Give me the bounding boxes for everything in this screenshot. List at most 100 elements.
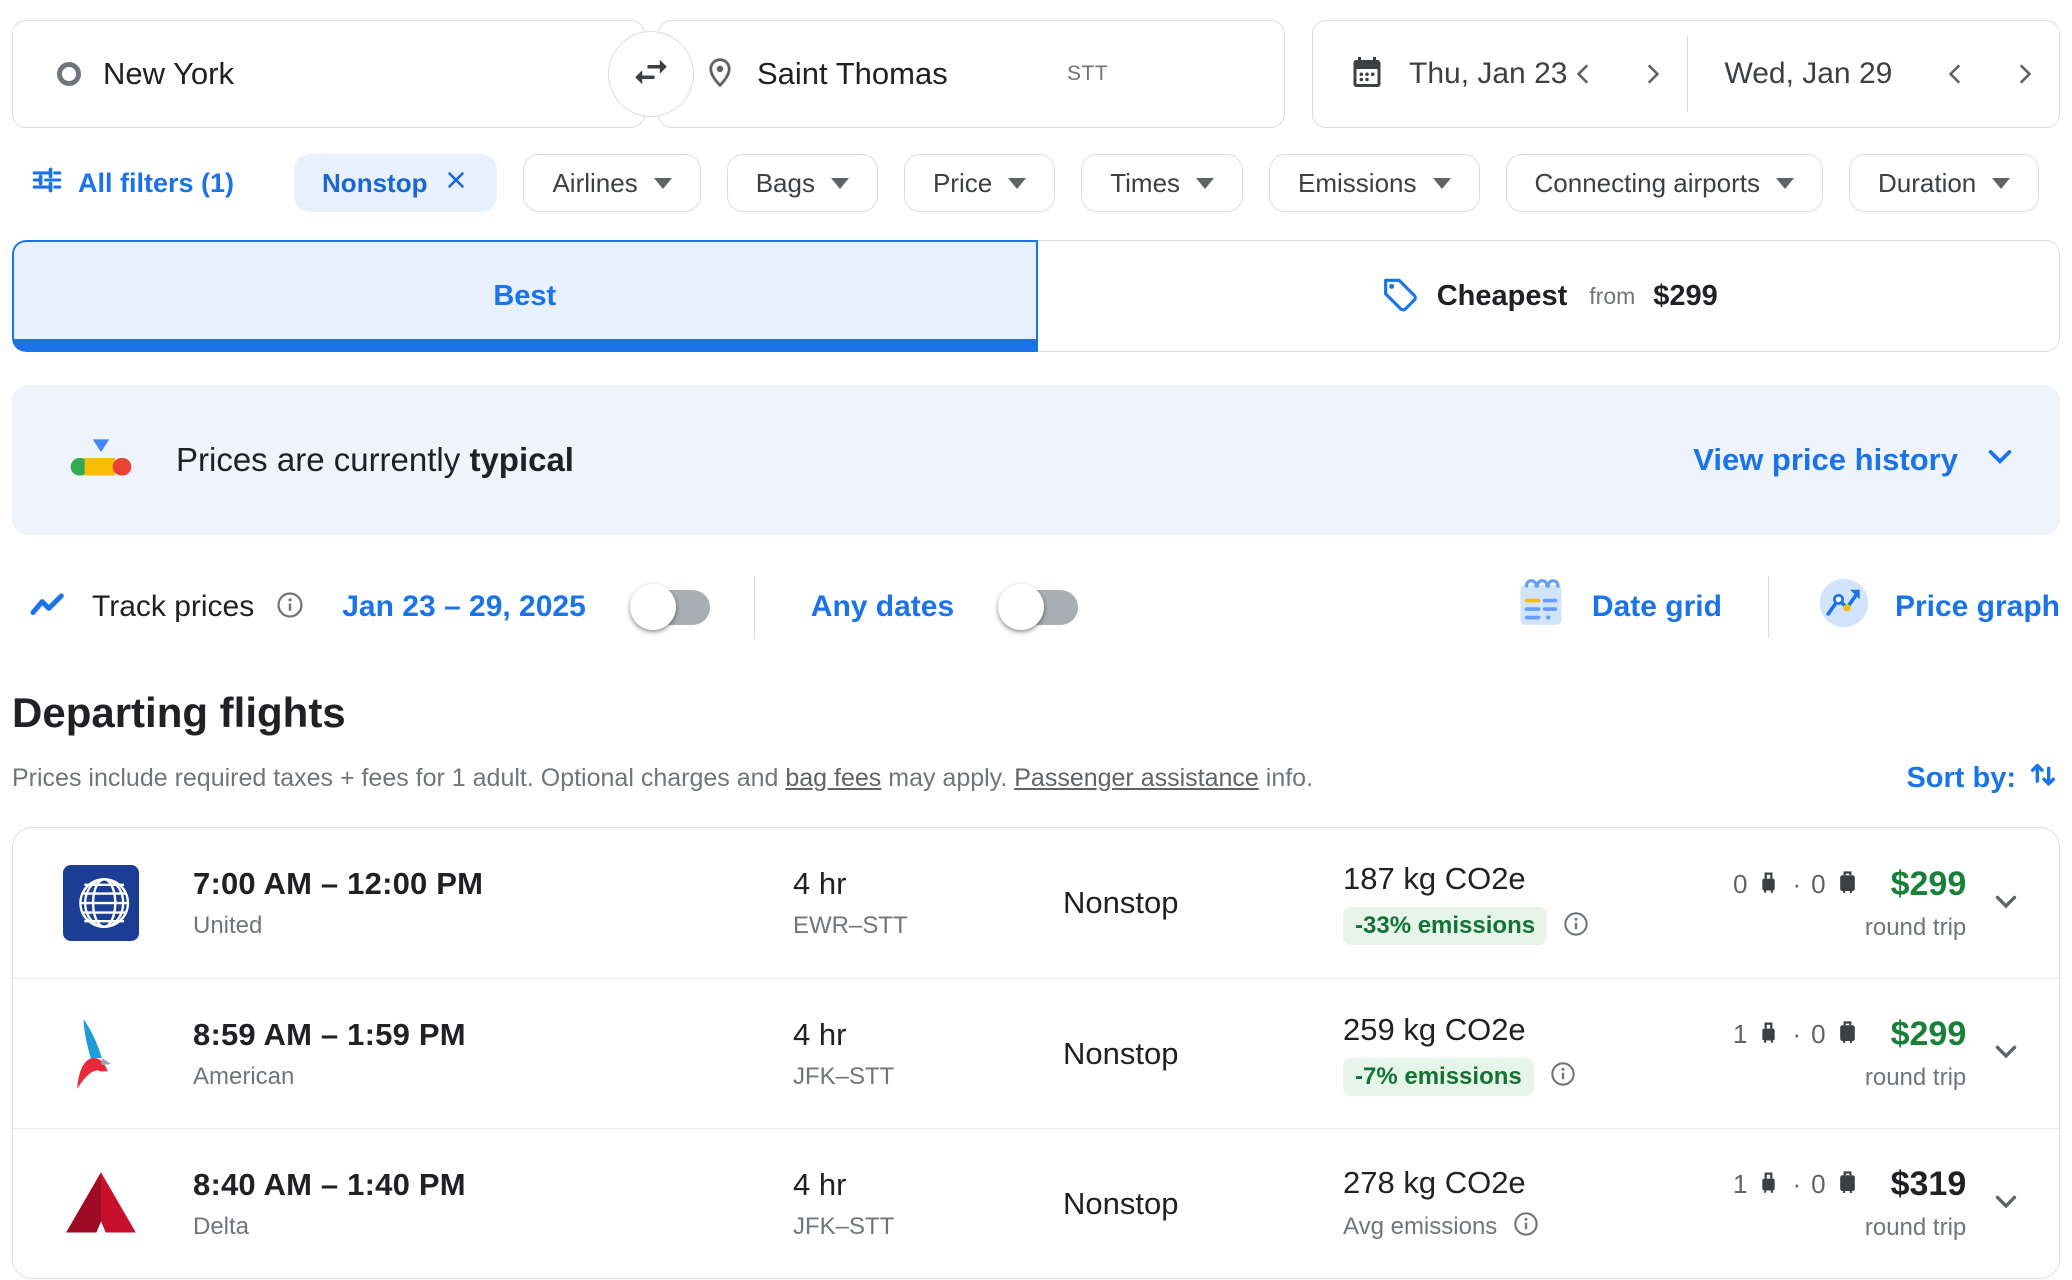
- close-icon[interactable]: [443, 167, 469, 200]
- chip-connecting-airports[interactable]: Connecting airports: [1506, 154, 1823, 212]
- track-prices-group: Track prices Jan 23 – 29, 2025: [12, 583, 712, 631]
- tab-best-label: Best: [493, 280, 556, 313]
- flight-row-delta[interactable]: 8:40 AM – 1:40 PM Delta 4 hr JFK–STT Non…: [13, 1128, 2059, 1278]
- flight-co2: 259 kg CO2e: [1343, 1012, 1733, 1048]
- price-insights-message: Prices are currently typical: [176, 441, 574, 479]
- departing-flights-list: 7:00 AM – 12:00 PM United 4 hr EWR–STT N…: [12, 827, 2060, 1279]
- return-date-section[interactable]: Wed, Jan 29: [1688, 21, 2059, 127]
- track-date-range: Jan 23 – 29, 2025: [342, 590, 586, 624]
- departure-date-next-button[interactable]: [1635, 57, 1669, 91]
- departure-date-prev-button[interactable]: [1567, 57, 1601, 91]
- chip-times-label: Times: [1110, 168, 1180, 199]
- flight-duration-route: 4 hr JFK–STT: [793, 1017, 1063, 1091]
- chip-emissions[interactable]: Emissions: [1269, 154, 1479, 212]
- calendar-icon: [1349, 54, 1385, 95]
- emissions-badge: -7% emissions: [1343, 1058, 1534, 1096]
- view-price-history-button[interactable]: View price history: [1693, 440, 2016, 480]
- checked-bag-count: 0: [1811, 869, 1825, 900]
- chevron-down-icon: [1992, 178, 2010, 189]
- flight-duration: 4 hr: [793, 1167, 1063, 1203]
- any-dates-toggle[interactable]: [998, 583, 1080, 631]
- swap-locations-button[interactable]: [608, 31, 694, 117]
- chip-nonstop[interactable]: Nonstop: [294, 154, 497, 212]
- price-insights-banner: Prices are currently typical View price …: [12, 385, 2060, 535]
- destination-input[interactable]: [757, 56, 1057, 92]
- price-level-indicator-icon: [68, 430, 134, 491]
- chip-duration-label: Duration: [1878, 168, 1976, 199]
- flight-row-american[interactable]: 8:59 AM – 1:59 PM American 4 hr JFK–STT …: [13, 978, 2059, 1128]
- flight-airline: American: [193, 1063, 793, 1091]
- flight-stops: Nonstop: [1063, 885, 1343, 921]
- return-date-next-button[interactable]: [2007, 57, 2041, 91]
- flight-times-airline: 7:00 AM – 12:00 PM United: [193, 866, 793, 940]
- search-row: STT Thu, Jan 23 Wed, Jan 29: [0, 0, 2072, 128]
- expand-flight-button[interactable]: [1989, 884, 2023, 923]
- results-tabstrip: Best Cheapest from $299: [12, 240, 2060, 352]
- destination-airport-code: STT: [1067, 62, 1108, 86]
- tab-cheapest[interactable]: Cheapest from $299: [1038, 240, 2061, 352]
- return-date-prev-button[interactable]: [1939, 57, 1973, 91]
- flight-route: JFK–STT: [793, 1213, 1063, 1241]
- chip-times[interactable]: Times: [1081, 154, 1243, 212]
- flight-row-united[interactable]: 7:00 AM – 12:00 PM United 4 hr EWR–STT N…: [13, 828, 2059, 978]
- emissions-badge: -33% emissions: [1343, 907, 1547, 945]
- origin-circle-icon: [57, 62, 81, 86]
- destination-field[interactable]: STT: [658, 20, 1285, 128]
- flight-times-airline: 8:59 AM – 1:59 PM American: [193, 1017, 793, 1091]
- tab-best[interactable]: Best: [12, 240, 1038, 352]
- bag-fees-link[interactable]: bag fees: [785, 764, 881, 792]
- departure-date[interactable]: Thu, Jan 23: [1409, 57, 1567, 91]
- sort-by-button[interactable]: Sort by:: [1906, 757, 2060, 799]
- checked-bag-icon: [1834, 1167, 1861, 1202]
- flight-stops: Nonstop: [1063, 1036, 1343, 1072]
- origin-input[interactable]: [103, 56, 614, 92]
- tab-cheapest-price: $299: [1653, 280, 1718, 313]
- flight-price-cell: 1 · 0 $319 round trip: [1733, 1165, 1966, 1242]
- info-icon[interactable]: [1550, 1061, 1576, 1092]
- flight-price: $299: [1891, 865, 1967, 904]
- all-filters-button[interactable]: All filters (1): [30, 163, 234, 204]
- price-graph-button[interactable]: Price graph: [1815, 574, 2060, 640]
- chevron-down-icon: [1989, 884, 2023, 923]
- view-price-history-label: View price history: [1693, 442, 1958, 478]
- carryon-bag-icon: [1755, 867, 1782, 902]
- chip-bags[interactable]: Bags: [727, 154, 878, 212]
- flight-airline: Delta: [193, 1213, 793, 1241]
- flight-stops-cell: Nonstop: [1063, 885, 1343, 921]
- info-icon[interactable]: [1563, 911, 1589, 942]
- flight-duration: 4 hr: [793, 1017, 1063, 1053]
- return-date[interactable]: Wed, Jan 29: [1724, 57, 1892, 91]
- price-disclaimer: Prices include required taxes + fees for…: [12, 764, 1313, 793]
- chip-airlines[interactable]: Airlines: [523, 154, 700, 212]
- page-title: Departing flights: [12, 689, 2060, 737]
- swap-wrap: [645, 20, 658, 128]
- bag-separator: ·: [1792, 1169, 1801, 1200]
- carryon-bag-count: 0: [1733, 869, 1747, 900]
- flight-times: 8:59 AM – 1:59 PM: [193, 1017, 793, 1053]
- expand-flight-button[interactable]: [1989, 1034, 2023, 1073]
- flight-times: 7:00 AM – 12:00 PM: [193, 866, 793, 902]
- chip-emissions-label: Emissions: [1298, 168, 1416, 199]
- price-tag-icon: [1379, 274, 1419, 319]
- track-prices-toggle[interactable]: [630, 583, 712, 631]
- departure-date-section[interactable]: Thu, Jan 23: [1313, 21, 1687, 127]
- info-icon[interactable]: [1513, 1211, 1539, 1242]
- passenger-assistance-link[interactable]: Passenger assistance: [1014, 764, 1259, 792]
- any-dates-group: Any dates: [797, 583, 1080, 631]
- expand-flight-button[interactable]: [1989, 1184, 2023, 1223]
- price-graph-icon: [1815, 574, 1873, 640]
- date-grid-button[interactable]: Date grid: [1512, 574, 1722, 640]
- origin-field[interactable]: [12, 20, 645, 128]
- chip-price[interactable]: Price: [904, 154, 1055, 212]
- chip-duration[interactable]: Duration: [1849, 154, 2039, 212]
- flight-price: $299: [1891, 1015, 1967, 1054]
- flight-stops-cell: Nonstop: [1063, 1186, 1343, 1222]
- chevron-down-icon: [1008, 178, 1026, 189]
- chevron-down-icon: [1776, 178, 1794, 189]
- info-icon[interactable]: [276, 591, 304, 624]
- swap-horizontal-icon: [630, 51, 672, 98]
- checked-bag-count: 0: [1811, 1169, 1825, 1200]
- flight-co2: 278 kg CO2e: [1343, 1165, 1733, 1201]
- chip-price-label: Price: [933, 168, 992, 199]
- carryon-bag-count: 1: [1733, 1169, 1747, 1200]
